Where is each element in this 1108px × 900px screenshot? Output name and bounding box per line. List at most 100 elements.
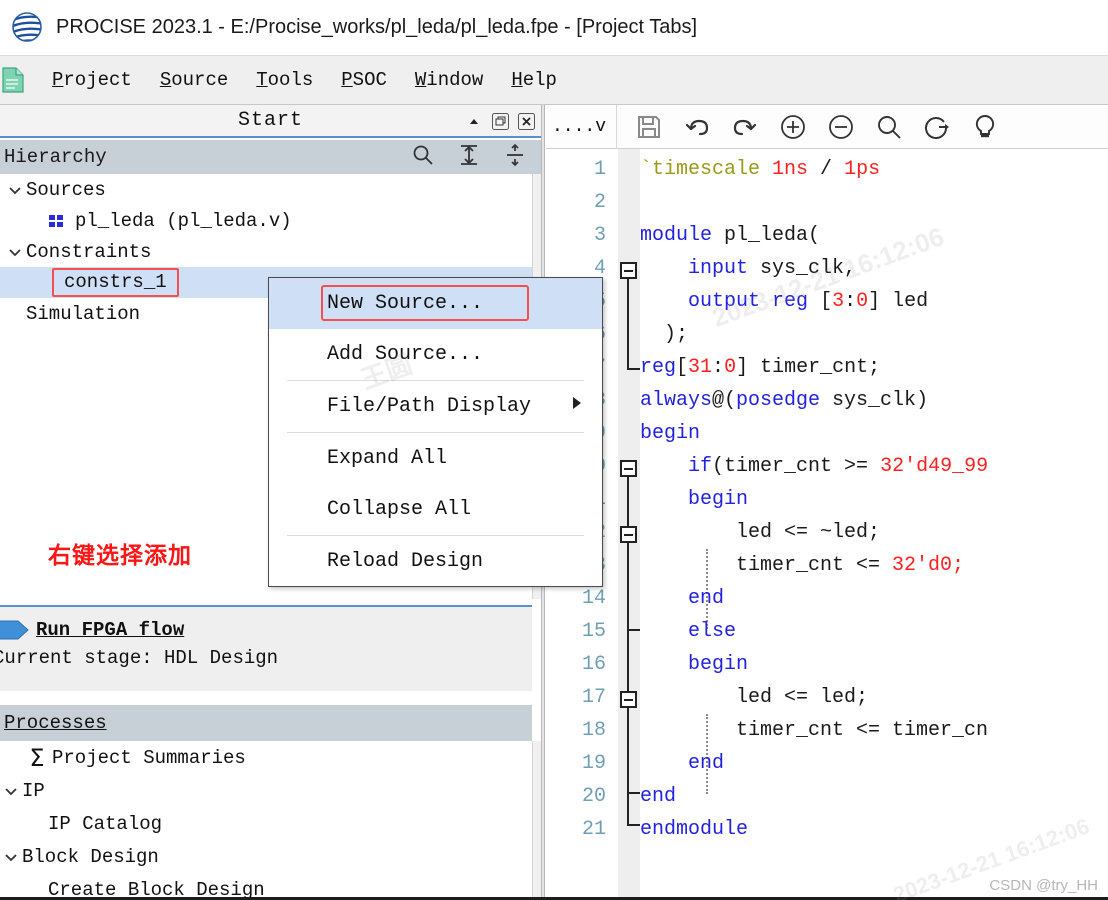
code-line-20[interactable]: 20 end bbox=[546, 780, 1108, 813]
code-token: pl_leda( bbox=[712, 224, 821, 247]
code-token: else bbox=[688, 620, 737, 643]
process-item-ip-catalog[interactable]: IP Catalog bbox=[0, 807, 532, 840]
processes-list[interactable]: Σ Project Summaries IP IP Catalog Block … bbox=[0, 741, 532, 900]
chevron-down-icon[interactable] bbox=[4, 182, 26, 198]
menu-tools[interactable]: Tools bbox=[242, 67, 327, 93]
menu-bar: Project Source Tools PSOC Window Help bbox=[0, 55, 1108, 105]
search-icon[interactable] bbox=[875, 113, 903, 141]
code-line-4[interactable]: 4 input sys_clk, bbox=[546, 252, 1108, 285]
code-line-1[interactable]: 1 `timescale 1ns / 1ps bbox=[546, 153, 1108, 186]
zoom-in-icon[interactable] bbox=[779, 113, 807, 141]
process-item-create-block-design[interactable]: Create Block Design bbox=[0, 873, 532, 900]
procise-application-window: PROCISE 2023.1 - E:/Procise_works/pl_led… bbox=[0, 0, 1108, 900]
search-icon[interactable] bbox=[411, 143, 435, 172]
menu-psoc-label: SOC bbox=[352, 69, 387, 91]
context-menu-item-collapse-all[interactable]: Collapse All bbox=[269, 484, 602, 535]
code-token: if bbox=[688, 455, 713, 478]
close-icon[interactable] bbox=[517, 113, 535, 131]
tree-item-constraints[interactable]: Constraints bbox=[0, 236, 532, 267]
code-line-19[interactable]: 19 end bbox=[546, 747, 1108, 780]
code-line-3[interactable]: 3 module pl_leda( bbox=[546, 219, 1108, 252]
code-token: sys_clk, bbox=[748, 257, 857, 280]
code-line-text: if(timer_cnt >= 32'd49_99 bbox=[640, 455, 988, 478]
process-item-project-summaries[interactable]: Σ Project Summaries bbox=[0, 741, 532, 774]
undo-icon[interactable] bbox=[683, 113, 711, 141]
context-menu-item-new-source[interactable]: New Source... bbox=[269, 278, 602, 329]
code-line-15[interactable]: 15 else bbox=[546, 615, 1108, 648]
chevron-down-icon[interactable] bbox=[0, 783, 22, 799]
line-number: 21 bbox=[581, 818, 606, 841]
context-menu-item-file-path-display[interactable]: File/Path Display bbox=[269, 381, 602, 432]
hierarchy-toolbar bbox=[411, 143, 527, 172]
context-menu-item-label: File/Path Display bbox=[327, 395, 532, 418]
code-line-16[interactable]: 16 begin bbox=[546, 648, 1108, 681]
run-fpga-flow-box: Run FPGA flow Current stage: HDL Design bbox=[0, 605, 532, 691]
code-line-7[interactable]: 7reg[31:0] timer_cnt; bbox=[546, 351, 1108, 384]
code-line-text: end bbox=[640, 785, 676, 808]
refresh-goto-icon[interactable] bbox=[923, 113, 951, 141]
context-menu-item-expand-all[interactable]: Expand All bbox=[269, 433, 602, 484]
menu-help[interactable]: Help bbox=[497, 67, 571, 93]
code-line-14[interactable]: 14 end bbox=[546, 582, 1108, 615]
code-token: / bbox=[808, 158, 845, 181]
process-item-label: IP bbox=[22, 779, 45, 802]
code-area[interactable]: 1 `timescale 1ns / 1ps 2 3 module pl_leda(4 … bbox=[546, 149, 1108, 900]
context-menu[interactable]: New Source... Add Source... File/Path Di… bbox=[268, 277, 603, 587]
sigma-icon: Σ bbox=[29, 743, 45, 772]
panel-window-buttons bbox=[465, 105, 535, 138]
collapse-height-icon[interactable] bbox=[457, 143, 481, 172]
code-line-9[interactable]: 9begin bbox=[546, 417, 1108, 450]
code-line-18[interactable]: 18 timer_cnt <= timer_cn bbox=[546, 714, 1108, 747]
code-line-21[interactable]: 21 endmodule bbox=[546, 813, 1108, 846]
split-icon[interactable] bbox=[503, 143, 527, 172]
zoom-out-icon[interactable] bbox=[827, 113, 855, 141]
process-item-block-design[interactable]: Block Design bbox=[0, 840, 532, 873]
code-token: 1ps bbox=[844, 158, 881, 181]
code-line-text: input sys_clk, bbox=[640, 257, 856, 280]
code-line-6[interactable]: 6 ); bbox=[546, 318, 1108, 351]
code-lines[interactable]: 1 `timescale 1ns / 1ps 2 3 module pl_leda(4 … bbox=[546, 149, 1108, 900]
code-line-5[interactable]: 5 output reg [3:0] led bbox=[546, 285, 1108, 318]
editor-file-tab[interactable]: ....v bbox=[546, 104, 618, 149]
redo-icon[interactable] bbox=[731, 113, 759, 141]
chevron-down-icon[interactable] bbox=[0, 849, 22, 865]
context-menu-item-label: Collapse All bbox=[327, 498, 472, 521]
tree-item-pl-leda[interactable]: pl_leda (pl_leda.v) bbox=[0, 205, 532, 236]
code-line-12[interactable]: 12 led <= ~led; bbox=[546, 516, 1108, 549]
current-stage-label: Current stage: HDL Design bbox=[0, 647, 279, 669]
menu-window[interactable]: Window bbox=[401, 67, 497, 93]
code-line-8[interactable]: 8always@(posedge sys_clk) bbox=[546, 384, 1108, 417]
line-number: 2 bbox=[593, 191, 606, 214]
globe-logo-icon bbox=[12, 12, 42, 42]
chevron-down-icon[interactable] bbox=[4, 244, 26, 260]
code-token: `timescale bbox=[640, 158, 773, 181]
hint-bulb-icon[interactable] bbox=[971, 113, 999, 141]
code-line-text: always@(posedge sys_clk) bbox=[640, 389, 928, 412]
restore-icon[interactable] bbox=[491, 113, 509, 131]
menu-psoc[interactable]: PSOC bbox=[327, 67, 401, 93]
play-arrow-icon[interactable] bbox=[0, 619, 30, 641]
code-line-13[interactable]: 13 timer_cnt <= 32'd0; bbox=[546, 549, 1108, 582]
code-line-17[interactable]: 17 led <= led; bbox=[546, 681, 1108, 714]
processes-scrollbar[interactable] bbox=[532, 741, 541, 900]
menu-tools-mnemonic: T bbox=[256, 69, 268, 91]
save-icon[interactable] bbox=[635, 113, 663, 141]
menu-source[interactable]: Source bbox=[146, 67, 242, 93]
tree-item-sources[interactable]: Sources bbox=[0, 174, 532, 205]
menu-project[interactable]: Project bbox=[38, 67, 146, 93]
start-tab-label[interactable]: Start bbox=[238, 109, 303, 132]
code-token: begin bbox=[688, 488, 749, 511]
tree-item-label: Sources bbox=[26, 178, 106, 201]
context-menu-item-reload-design[interactable]: Reload Design bbox=[269, 536, 602, 587]
collapse-up-icon[interactable] bbox=[465, 113, 483, 131]
process-item-ip[interactable]: IP bbox=[0, 774, 532, 807]
line-number: 20 bbox=[581, 785, 606, 808]
run-fpga-flow-label[interactable]: Run FPGA flow bbox=[36, 619, 184, 641]
code-line-11[interactable]: 11 begin bbox=[546, 483, 1108, 516]
line-number: 3 bbox=[593, 224, 606, 247]
code-token: end bbox=[688, 587, 725, 610]
context-menu-item-add-source[interactable]: Add Source... bbox=[269, 329, 602, 380]
code-line-10[interactable]: 10 if(timer_cnt >= 32'd49_99 bbox=[546, 450, 1108, 483]
code-line-2[interactable]: 2 bbox=[546, 186, 1108, 219]
